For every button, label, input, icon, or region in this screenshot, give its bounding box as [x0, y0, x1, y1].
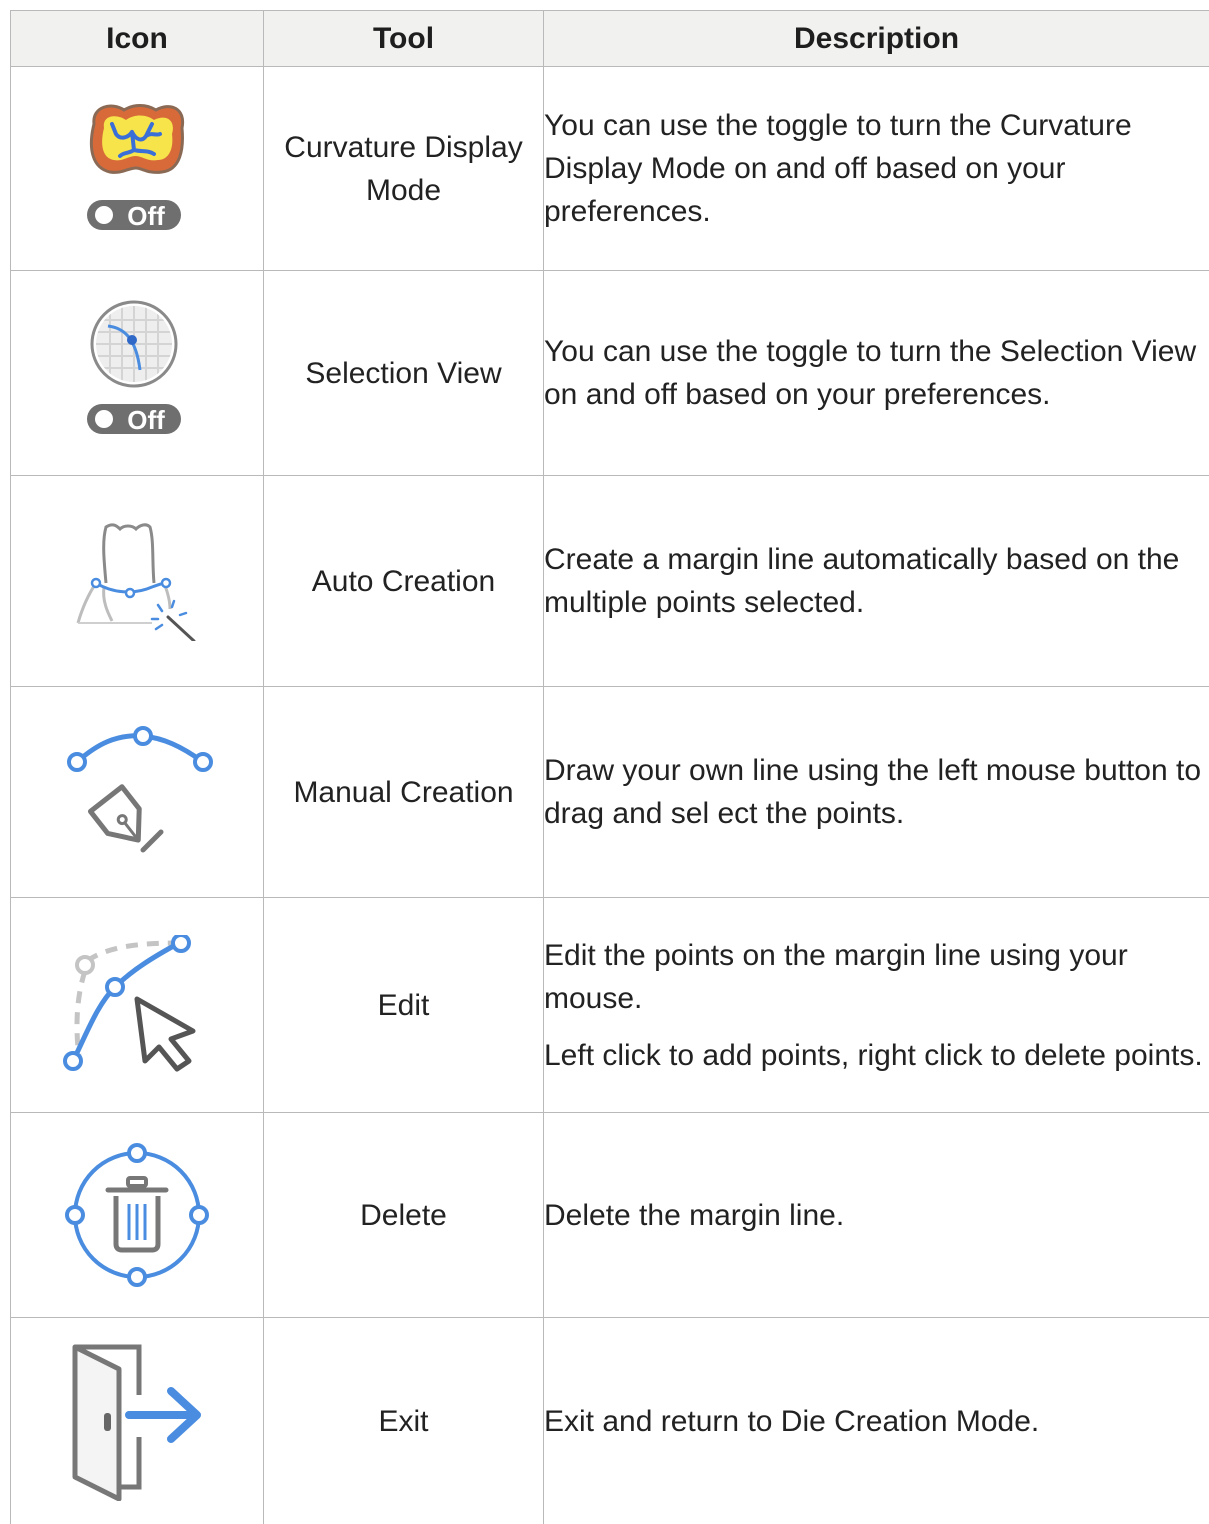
- tool-description: Exit and return to Die Creation Mode.: [544, 1318, 1209, 1524]
- manual-creation-pen-icon[interactable]: [57, 722, 217, 862]
- tool-description: You can use the toggle to turn the Selec…: [544, 271, 1209, 476]
- selection-view-icon[interactable]: Off: [82, 298, 192, 448]
- table-row: Manual Creation Draw your own line using…: [11, 687, 1209, 898]
- icon-cell: [11, 1318, 264, 1524]
- tool-description: Delete the margin line.: [544, 1113, 1209, 1318]
- tool-description: Draw your own line using the left mouse …: [544, 687, 1209, 898]
- table-row: Edit Edit the points on the margin line …: [11, 898, 1209, 1113]
- table-row: Delete Delete the margin line.: [11, 1113, 1209, 1318]
- tool-name: Curvature Display Mode: [264, 67, 544, 271]
- icon-cell: Off: [11, 67, 264, 271]
- toggle-label: Off: [127, 201, 165, 231]
- table-row: Off Selection View You can use the toggl…: [11, 271, 1209, 476]
- toggle-off-switch[interactable]: Off: [87, 200, 181, 231]
- exit-door-icon[interactable]: [57, 1341, 217, 1501]
- tool-name: Exit: [264, 1318, 544, 1524]
- tool-name: Selection View: [264, 271, 544, 476]
- table-row: Off Curvature Display Mode You can use t…: [11, 67, 1209, 271]
- toggle-label: Off: [127, 405, 165, 435]
- header-description: Description: [544, 11, 1209, 67]
- edit-points-cursor-icon[interactable]: [57, 935, 217, 1075]
- tools-table: Icon Tool Description Off Curvature: [10, 10, 1209, 1524]
- tool-description: Edit the points on the margin line using…: [544, 898, 1209, 1113]
- tool-name: Delete: [264, 1113, 544, 1318]
- icon-cell: [11, 687, 264, 898]
- table-row: Exit Exit and return to Die Creation Mod…: [11, 1318, 1209, 1524]
- table-header-row: Icon Tool Description: [11, 11, 1209, 67]
- icon-cell: Off: [11, 271, 264, 476]
- icon-cell: [11, 898, 264, 1113]
- delete-trash-icon[interactable]: [62, 1140, 212, 1290]
- auto-creation-icon[interactable]: [72, 521, 202, 641]
- icon-cell: [11, 1113, 264, 1318]
- table-row: Auto Creation Create a margin line autom…: [11, 476, 1209, 687]
- toggle-off-switch[interactable]: Off: [87, 404, 181, 435]
- header-tool: Tool: [264, 11, 544, 67]
- icon-cell: [11, 476, 264, 687]
- tool-name: Manual Creation: [264, 687, 544, 898]
- tool-name: Auto Creation: [264, 476, 544, 687]
- tool-description: You can use the toggle to turn the Curva…: [544, 67, 1209, 271]
- tool-name: Edit: [264, 898, 544, 1113]
- header-icon: Icon: [11, 11, 264, 67]
- tool-description: Create a margin line automatically based…: [544, 476, 1209, 687]
- curvature-display-mode-icon[interactable]: Off: [82, 94, 192, 244]
